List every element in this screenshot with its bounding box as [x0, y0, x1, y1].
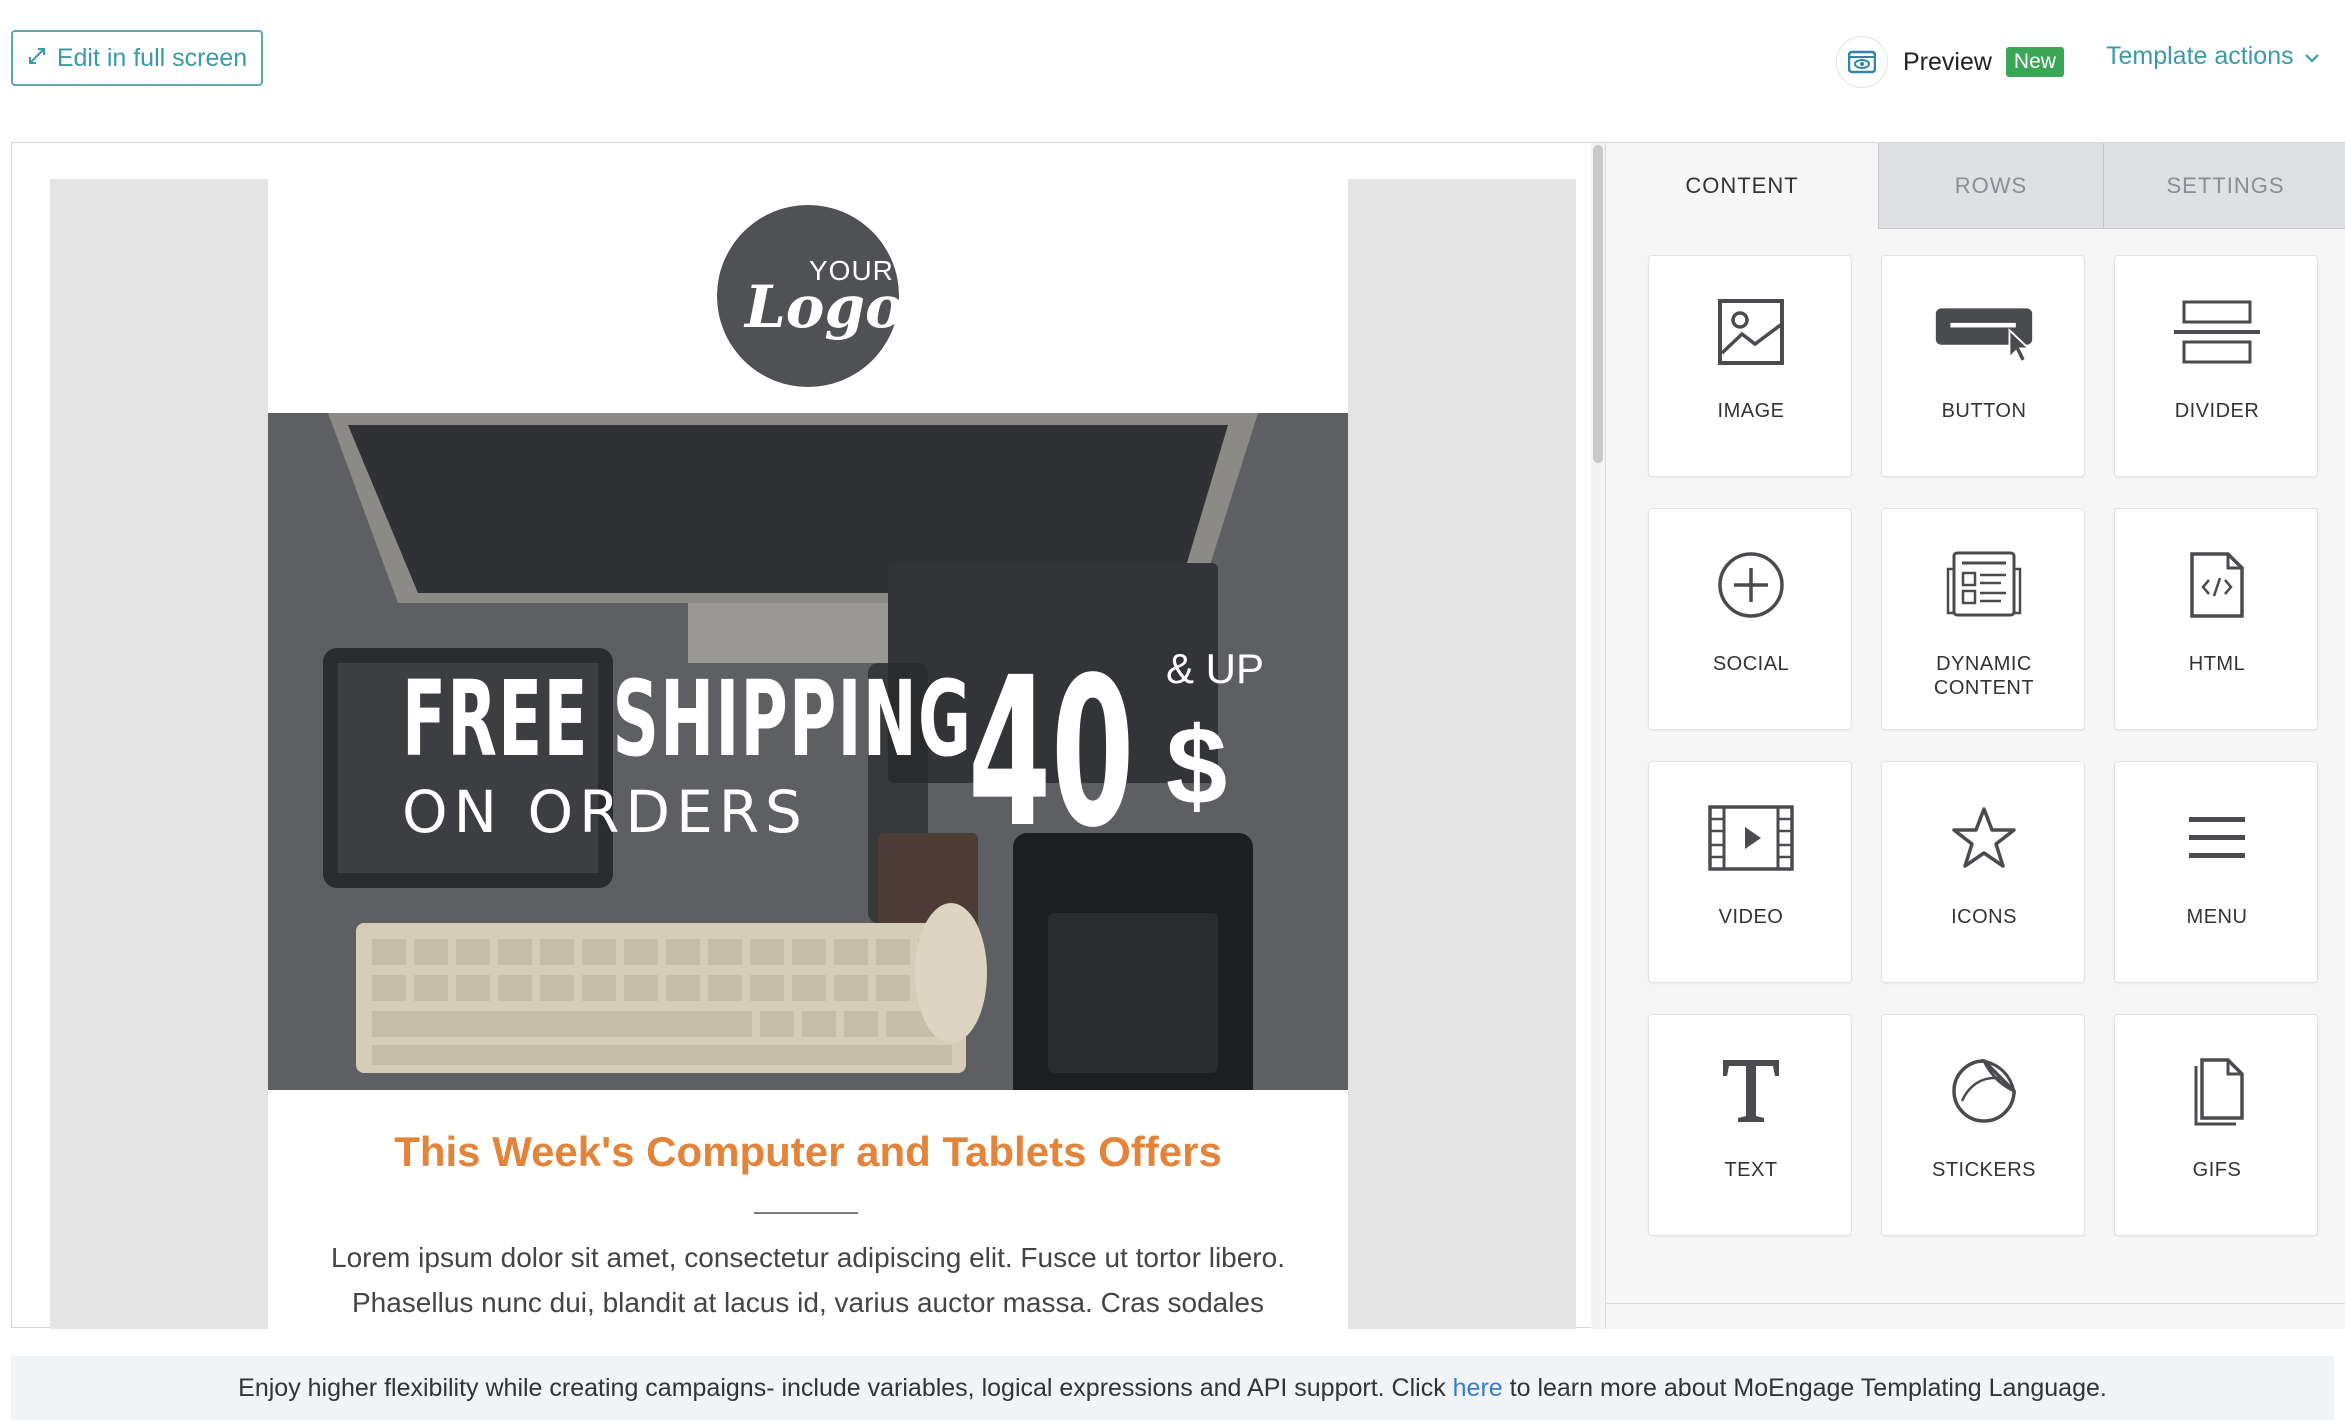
hero-currency: $	[1166, 705, 1228, 828]
tile-divider[interactable]: DIVIDER	[2114, 255, 2318, 477]
top-toolbar: Edit in full screen Preview New Template…	[0, 0, 2345, 130]
html-icon	[2167, 545, 2267, 625]
eye-icon	[1836, 36, 1888, 88]
logo-main-text: Logo	[745, 273, 904, 341]
tile-label: BUTTON	[1941, 400, 2027, 422]
tile-label: VIDEO	[1718, 906, 1784, 928]
menu-icon	[2167, 798, 2267, 878]
banner-here-link[interactable]: here	[1453, 1374, 1503, 1403]
hero-subheadline: ON ORDERS	[402, 778, 808, 846]
tile-text[interactable]: TEXT	[1648, 1014, 1852, 1236]
text-icon	[1701, 1051, 1801, 1131]
image-icon	[1701, 292, 1801, 372]
dynamic-content-icon	[1934, 545, 2034, 625]
banner-text-before: Enjoy higher flexibility while creating …	[238, 1373, 1453, 1402]
tile-stickers[interactable]: STICKERS	[1881, 1014, 2085, 1236]
tile-video[interactable]: VIDEO	[1648, 761, 1852, 983]
tile-label: MENU	[2186, 906, 2248, 928]
template-actions-dropdown[interactable]: Template actions	[2106, 42, 2320, 71]
tile-button[interactable]: BUTTON	[1881, 255, 2085, 477]
editor-frame: YOUR Logo FREE SHIPPING ON ORDERS 40 & U…	[11, 142, 2345, 1329]
offer-divider	[754, 1212, 858, 1214]
banner-text-after: to learn more about MoEngage Templating …	[1502, 1373, 2107, 1402]
tile-label: IMAGE	[1717, 400, 1785, 422]
hero-image[interactable]: FREE SHIPPING ON ORDERS 40 & UP $	[268, 413, 1348, 1090]
logo-image[interactable]: YOUR Logo	[717, 205, 904, 387]
offer-title[interactable]: This Week's Computer and Tablets Offers	[268, 1128, 1348, 1176]
offer-body-text[interactable]: Lorem ipsum dolor sit amet, consectetur …	[298, 1235, 1318, 1325]
content-panel: CONTENT ROWS SETTINGS IMAGE BUTTON DIVID…	[1605, 143, 2345, 1329]
panel-divider	[1606, 1303, 2345, 1304]
sticker-icon	[1934, 1051, 2034, 1131]
edit-fullscreen-button[interactable]: Edit in full screen	[11, 30, 263, 86]
preview-label: Preview	[1903, 47, 1992, 76]
gif-icon	[2167, 1051, 2267, 1131]
tile-label: HTML	[2188, 653, 2246, 675]
tile-label: SOCIAL	[1712, 653, 1790, 675]
edit-fullscreen-label: Edit in full screen	[56, 43, 248, 72]
hero-price: 40	[968, 633, 1135, 873]
tab-settings[interactable]: SETTINGS	[2103, 143, 2345, 229]
canvas-scroll-thumb[interactable]	[1593, 145, 1603, 463]
expand-icon	[27, 44, 47, 73]
tile-label: TEXT	[1724, 1159, 1778, 1181]
divider-icon	[2167, 292, 2267, 372]
tile-label: STICKERS	[1931, 1159, 2037, 1181]
template-actions-label: Template actions	[2106, 42, 2294, 70]
chevron-down-icon	[2304, 42, 2320, 71]
tile-dynamic-content[interactable]: DYNAMIC CONTENT	[1881, 508, 2085, 730]
tile-html[interactable]: HTML	[2114, 508, 2318, 730]
social-icon	[1701, 545, 1801, 625]
star-icon	[1934, 798, 2034, 878]
tile-gifs[interactable]: GIFS	[2114, 1014, 2318, 1236]
button-icon	[1934, 292, 2034, 372]
panel-tabs: CONTENT ROWS SETTINGS	[1606, 143, 2345, 229]
tab-content[interactable]: CONTENT	[1606, 143, 1878, 229]
tile-label: GIFS	[2192, 1159, 2242, 1181]
tile-image[interactable]: IMAGE	[1648, 255, 1852, 477]
new-badge: New	[2005, 47, 2064, 77]
tile-label: ICONS	[1951, 906, 2017, 928]
tile-label: DIVIDER	[2174, 400, 2260, 422]
hero-and-up: & UP	[1166, 645, 1265, 692]
tile-menu[interactable]: MENU	[2114, 761, 2318, 983]
tile-label: DYNAMIC CONTENT	[1933, 653, 2035, 699]
tile-social[interactable]: SOCIAL	[1648, 508, 1852, 730]
video-icon	[1701, 798, 1801, 878]
templating-info-banner: Enjoy higher flexibility while creating …	[11, 1356, 2334, 1420]
tab-rows[interactable]: ROWS	[1878, 143, 2103, 229]
hero-headline: FREE SHIPPING	[402, 658, 973, 780]
tile-icons[interactable]: ICONS	[1881, 761, 2085, 983]
email-body[interactable]: YOUR Logo FREE SHIPPING ON ORDERS 40 & U…	[268, 179, 1348, 1329]
preview-button[interactable]: Preview New	[1836, 36, 2064, 88]
canvas-scrollbar[interactable]	[1591, 143, 1605, 1329]
